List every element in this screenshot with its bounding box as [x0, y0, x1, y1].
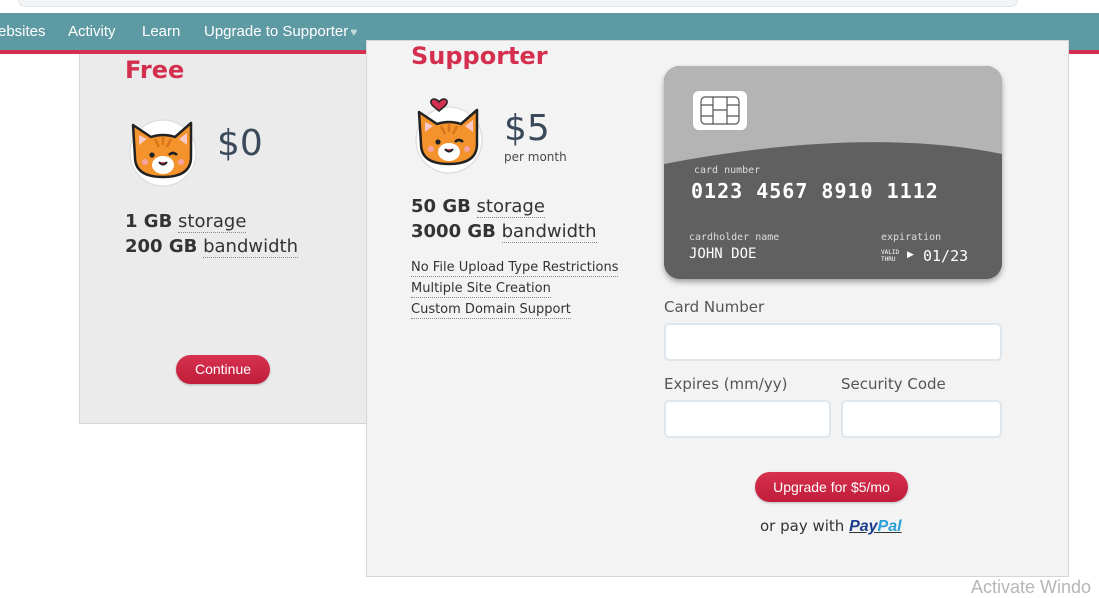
paypal-link[interactable]: PayPal: [849, 518, 901, 535]
credit-card-preview: card number 0123 4567 8910 1112 cardhold…: [664, 66, 1002, 279]
feature-no-upload-restrictions[interactable]: No File Upload Type Restrictions: [411, 259, 619, 277]
supporter-bandwidth-amount: 3000 GB: [411, 221, 496, 242]
supporter-plan-price: $5: [504, 108, 550, 149]
expiration-caption: expiration: [881, 232, 942, 243]
supporter-storage-label: storage: [476, 196, 545, 218]
valid-thru-label: VALID THRU: [881, 249, 900, 263]
expires-label: Expires (mm/yy): [664, 375, 788, 393]
supporter-bandwidth-label: bandwidth: [501, 221, 597, 243]
supporter-bandwidth: 3000 GB bandwidth: [411, 221, 597, 243]
expiration-display: 01/23: [923, 247, 969, 265]
free-storage-label: storage: [178, 211, 247, 233]
supporter-storage: 50 GB storage: [411, 196, 545, 218]
free-bandwidth-label: bandwidth: [203, 236, 298, 258]
card-number-display: 0123 4567 8910 1112: [691, 179, 939, 203]
free-storage-amount: 1 GB: [125, 211, 173, 232]
card-number-caption: card number: [694, 165, 761, 176]
pay-with-row: or pay with PayPal: [760, 517, 902, 536]
free-bandwidth-amount: 200 GB: [125, 236, 198, 257]
free-plan-price: $0: [217, 123, 263, 164]
card-number-label: Card Number: [664, 298, 765, 316]
free-bandwidth: 200 GB bandwidth: [125, 236, 298, 258]
free-plan-title: Free: [125, 56, 185, 84]
feature-custom-domain[interactable]: Custom Domain Support: [411, 301, 571, 319]
or-pay-with-text: or pay with: [760, 517, 845, 535]
free-storage: 1 GB storage: [125, 211, 247, 233]
expires-input[interactable]: [664, 400, 831, 438]
free-cat-icon: [129, 119, 197, 187]
supporter-storage-amount: 50 GB: [411, 196, 471, 217]
upgrade-button[interactable]: Upgrade for $5/mo: [755, 472, 908, 502]
play-arrow-icon: ▶: [907, 250, 914, 260]
top-bar-remnant: [18, 0, 1018, 7]
security-code-label: Security Code: [841, 375, 946, 393]
card-chip-icon: [693, 91, 747, 130]
cardholder-display: JOHN DOE: [689, 246, 757, 262]
supporter-plan-period: per month: [504, 150, 567, 164]
feature-multiple-sites[interactable]: Multiple Site Creation: [411, 280, 551, 298]
card-number-input[interactable]: [664, 323, 1002, 361]
paypal-logo-pal: Pal: [877, 518, 902, 535]
supporter-cat-icon: [415, 98, 483, 174]
paypal-logo-pay: Pay: [849, 518, 878, 535]
activate-windows-watermark: Activate Windo: [971, 577, 1092, 597]
cardholder-caption: cardholder name: [689, 232, 780, 243]
security-code-input[interactable]: [841, 400, 1002, 438]
continue-button[interactable]: Continue: [176, 355, 270, 384]
